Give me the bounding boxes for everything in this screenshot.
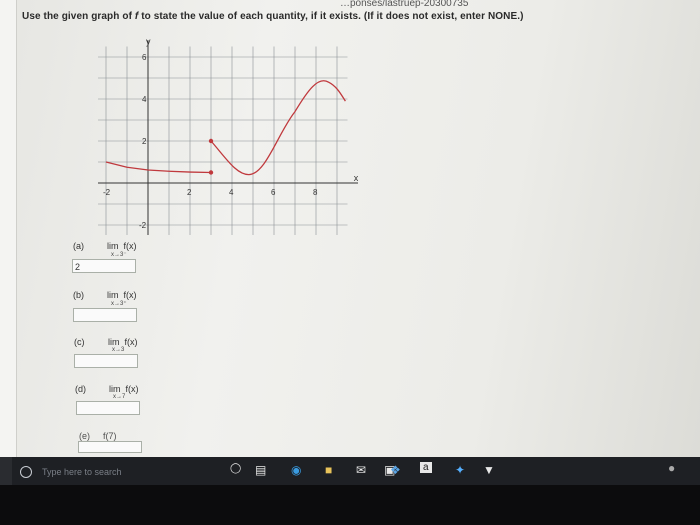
monitor-bezel bbox=[0, 485, 700, 525]
x-tick-label: 8 bbox=[313, 188, 318, 197]
chevron-app-icon[interactable]: ▼ bbox=[483, 463, 495, 477]
file-explorer-icon[interactable]: ■ bbox=[325, 463, 332, 477]
curve-point-x3 bbox=[208, 138, 214, 144]
part-a-limit: lim f(x) bbox=[107, 241, 137, 251]
a-app-icon[interactable]: a bbox=[420, 462, 432, 473]
dropbox-icon[interactable]: ❖ bbox=[390, 463, 401, 477]
question-text-after: to state the value of each quantity, if … bbox=[138, 11, 524, 22]
microphone-icon[interactable]: ◯ bbox=[230, 463, 241, 474]
url-fragment: …ponses/lastruep-20300735 bbox=[340, 0, 469, 9]
part-c-limit: lim f(x) bbox=[108, 337, 138, 347]
answer-d-input[interactable] bbox=[76, 401, 140, 415]
browser-page: …ponses/lastruep-20300735 Use the given … bbox=[0, 0, 700, 457]
y-tick-label: 2 bbox=[142, 137, 147, 146]
x-axis-label: x bbox=[354, 173, 358, 183]
part-d-limit: lim f(x) bbox=[109, 384, 139, 394]
x-tick-label: 4 bbox=[229, 188, 234, 197]
taskbar: Type here to search ◯ ▤ ◉ ■ ✉ ▣ ❖ a ✦ ▼ … bbox=[0, 457, 700, 485]
part-e-value-label: f(7) bbox=[103, 431, 117, 441]
graph-axes bbox=[98, 40, 358, 235]
question-text-before: Use the given graph of bbox=[22, 11, 135, 22]
question-text: Use the given graph of f to state the va… bbox=[22, 11, 524, 22]
graph-grid bbox=[98, 46, 348, 235]
pin-app-icon[interactable]: ✦ bbox=[455, 463, 465, 477]
part-e-letter: (e) bbox=[79, 431, 90, 441]
notification-icon[interactable]: ● bbox=[668, 461, 675, 475]
answer-e-input[interactable] bbox=[78, 441, 142, 453]
part-a-approach: x→3⁻ bbox=[111, 252, 127, 258]
mail-icon[interactable]: ✉ bbox=[356, 463, 366, 477]
part-d-approach: x→7 bbox=[113, 394, 126, 400]
part-a-letter: (a) bbox=[73, 241, 84, 251]
start-button[interactable] bbox=[0, 457, 12, 485]
search-placeholder: Type here to search bbox=[42, 467, 122, 477]
x-tick-label: 2 bbox=[187, 188, 192, 197]
x-tick-label: -2 bbox=[103, 188, 111, 197]
x-tick-label: 6 bbox=[271, 188, 276, 197]
answer-c-input[interactable] bbox=[74, 354, 138, 368]
task-view-icon[interactable]: ▤ bbox=[255, 463, 266, 477]
part-d-letter: (d) bbox=[75, 384, 86, 394]
part-b-approach: x→3⁺ bbox=[111, 301, 127, 307]
part-c-letter: (c) bbox=[74, 337, 85, 347]
y-tick-label: 6 bbox=[142, 53, 147, 62]
left-gutter bbox=[0, 0, 17, 457]
y-tick-label: 4 bbox=[142, 95, 147, 104]
answer-b-input[interactable] bbox=[73, 308, 137, 322]
y-axis-label: y bbox=[146, 37, 151, 47]
taskbar-search[interactable]: Type here to search bbox=[20, 463, 210, 481]
curve-point-x7 bbox=[208, 170, 214, 175]
part-b-letter: (b) bbox=[73, 290, 84, 300]
answer-a-input[interactable]: 2 bbox=[72, 259, 136, 273]
part-b-limit: lim f(x) bbox=[107, 290, 137, 300]
edge-icon[interactable]: ◉ bbox=[291, 463, 301, 477]
function-graph: -2 2 4 6 8 6 4 2 -2 y x bbox=[98, 37, 358, 235]
cortana-icon bbox=[20, 466, 32, 478]
part-c-approach: x→3 bbox=[112, 347, 125, 353]
y-tick-label: -2 bbox=[139, 221, 147, 230]
